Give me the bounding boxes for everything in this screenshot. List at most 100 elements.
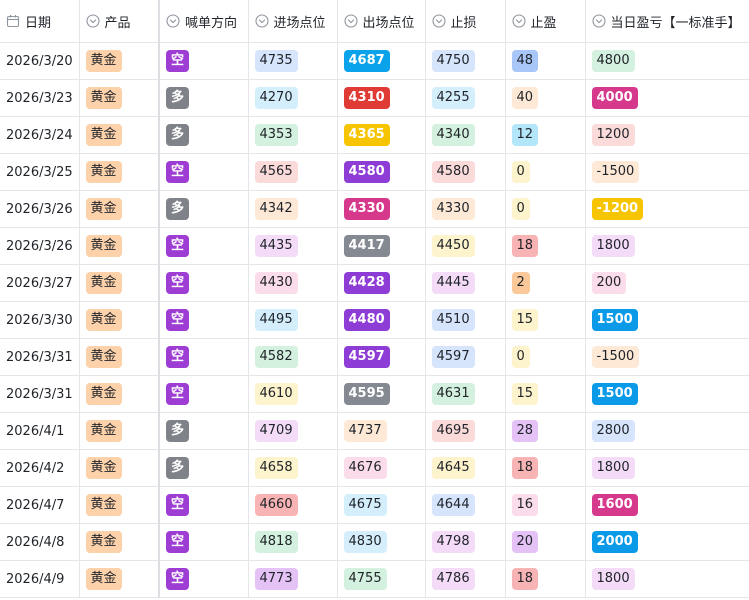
cell-entry[interactable]: 4342 [248,190,338,228]
cell-date[interactable]: 2026/4/1 [0,412,80,450]
cell-direction[interactable]: 空 [159,264,249,302]
cell-direction[interactable]: 多 [159,449,249,487]
cell-daily-pnl[interactable]: 2800 [585,412,749,450]
cell-date[interactable]: 2026/3/26 [0,190,80,228]
cell-take-profit[interactable]: 16 [505,486,586,524]
table-row[interactable]: 2026/3/31 黄金 空 4610 4595 4631 15 1500 [0,375,749,413]
cell-stop-loss[interactable]: 4695 [425,412,506,450]
table-row[interactable]: 2026/3/31 黄金 空 4582 4597 4597 0 -1500 [0,338,749,376]
cell-entry[interactable]: 4610 [248,375,338,413]
column-header-exit[interactable]: 出场点位 [337,0,426,43]
cell-product[interactable]: 黄金 [79,116,160,154]
table-row[interactable]: 2026/4/9 黄金 空 4773 4755 4786 18 1800 [0,560,749,598]
cell-date[interactable]: 2026/4/7 [0,486,80,524]
cell-direction[interactable]: 空 [159,560,249,598]
cell-direction[interactable]: 空 [159,227,249,265]
cell-take-profit[interactable]: 15 [505,301,586,339]
cell-stop-loss[interactable]: 4798 [425,523,506,561]
cell-entry[interactable]: 4495 [248,301,338,339]
cell-daily-pnl[interactable]: 1500 [585,301,749,339]
cell-date[interactable]: 2026/4/9 [0,560,80,598]
cell-product[interactable]: 黄金 [79,338,160,376]
cell-entry[interactable]: 4773 [248,560,338,598]
cell-exit[interactable]: 4597 [337,338,426,376]
cell-direction[interactable]: 多 [159,116,249,154]
table-row[interactable]: 2026/3/23 黄金 多 4270 4310 4255 40 4000 [0,79,749,117]
cell-direction[interactable]: 空 [159,338,249,376]
cell-entry[interactable]: 4582 [248,338,338,376]
cell-date[interactable]: 2026/4/2 [0,449,80,487]
cell-stop-loss[interactable]: 4644 [425,486,506,524]
cell-product[interactable]: 黄金 [79,264,160,302]
cell-stop-loss[interactable]: 4340 [425,116,506,154]
cell-product[interactable]: 黄金 [79,486,160,524]
cell-exit[interactable]: 4365 [337,116,426,154]
cell-exit[interactable]: 4676 [337,449,426,487]
cell-take-profit[interactable]: 20 [505,523,586,561]
cell-entry[interactable]: 4660 [248,486,338,524]
cell-exit[interactable]: 4675 [337,486,426,524]
cell-stop-loss[interactable]: 4445 [425,264,506,302]
cell-daily-pnl[interactable]: 200 [585,264,749,302]
cell-product[interactable]: 黄金 [79,412,160,450]
table-row[interactable]: 2026/3/26 黄金 空 4435 4417 4450 18 1800 [0,227,749,265]
cell-stop-loss[interactable]: 4750 [425,42,506,80]
cell-daily-pnl[interactable]: 4000 [585,79,749,117]
cell-product[interactable]: 黄金 [79,227,160,265]
cell-stop-loss[interactable]: 4330 [425,190,506,228]
table-row[interactable]: 2026/3/25 黄金 空 4565 4580 4580 0 -1500 [0,153,749,191]
cell-stop-loss[interactable]: 4580 [425,153,506,191]
cell-exit[interactable]: 4417 [337,227,426,265]
cell-direction[interactable]: 空 [159,301,249,339]
cell-exit[interactable]: 4428 [337,264,426,302]
cell-stop-loss[interactable]: 4450 [425,227,506,265]
cell-take-profit[interactable]: 12 [505,116,586,154]
cell-stop-loss[interactable]: 4597 [425,338,506,376]
cell-daily-pnl[interactable]: -1500 [585,153,749,191]
cell-product[interactable]: 黄金 [79,153,160,191]
cell-product[interactable]: 黄金 [79,190,160,228]
cell-exit[interactable]: 4310 [337,79,426,117]
cell-product[interactable]: 黄金 [79,79,160,117]
cell-date[interactable]: 2026/3/27 [0,264,80,302]
table-row[interactable]: 2026/3/24 黄金 多 4353 4365 4340 12 1200 [0,116,749,154]
cell-stop-loss[interactable]: 4786 [425,560,506,598]
cell-stop-loss[interactable]: 4645 [425,449,506,487]
column-header-direction[interactable]: 喊单方向 [159,0,249,43]
column-header-take-profit[interactable]: 止盈 [505,0,586,43]
cell-entry[interactable]: 4735 [248,42,338,80]
cell-take-profit[interactable]: 48 [505,42,586,80]
cell-product[interactable]: 黄金 [79,375,160,413]
table-row[interactable]: 2026/3/26 黄金 多 4342 4330 4330 0 -1200 [0,190,749,228]
cell-direction[interactable]: 多 [159,190,249,228]
column-header-stop-loss[interactable]: 止损 [425,0,506,43]
cell-product[interactable]: 黄金 [79,523,160,561]
table-row[interactable]: 2026/3/30 黄金 空 4495 4480 4510 15 1500 [0,301,749,339]
cell-direction[interactable]: 空 [159,375,249,413]
cell-take-profit[interactable]: 0 [505,338,586,376]
cell-direction[interactable]: 多 [159,79,249,117]
cell-take-profit[interactable]: 40 [505,79,586,117]
cell-entry[interactable]: 4818 [248,523,338,561]
cell-stop-loss[interactable]: 4510 [425,301,506,339]
cell-take-profit[interactable]: 18 [505,449,586,487]
cell-daily-pnl[interactable]: -1500 [585,338,749,376]
cell-direction[interactable]: 空 [159,523,249,561]
cell-exit[interactable]: 4580 [337,153,426,191]
cell-exit[interactable]: 4830 [337,523,426,561]
cell-exit[interactable]: 4755 [337,560,426,598]
cell-take-profit[interactable]: 18 [505,227,586,265]
cell-date[interactable]: 2026/3/25 [0,153,80,191]
cell-date[interactable]: 2026/4/8 [0,523,80,561]
cell-daily-pnl[interactable]: 1800 [585,227,749,265]
cell-entry[interactable]: 4565 [248,153,338,191]
cell-entry[interactable]: 4658 [248,449,338,487]
table-row[interactable]: 2026/4/2 黄金 多 4658 4676 4645 18 1800 [0,449,749,487]
table-row[interactable]: 2026/3/27 黄金 空 4430 4428 4445 2 200 [0,264,749,302]
column-header-date[interactable]: 日期 [0,0,80,43]
cell-exit[interactable]: 4480 [337,301,426,339]
column-header-product[interactable]: 产品 [79,0,160,43]
cell-direction[interactable]: 空 [159,153,249,191]
cell-daily-pnl[interactable]: 1800 [585,560,749,598]
cell-product[interactable]: 黄金 [79,42,160,80]
